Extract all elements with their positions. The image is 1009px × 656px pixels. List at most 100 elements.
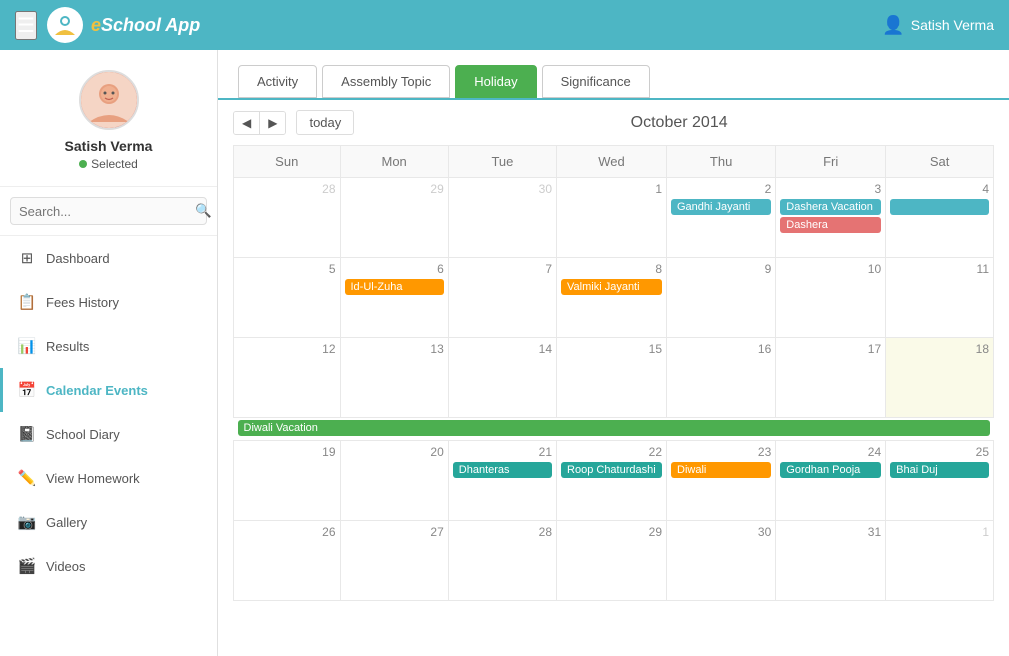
diary-icon: 📓 — [18, 425, 36, 443]
event-dhanteras[interactable]: Dhanteras — [453, 462, 552, 478]
day-cell: 15 — [557, 338, 667, 418]
day-number: 4 — [890, 182, 989, 196]
calendar-icon: 📅 — [18, 381, 36, 399]
nav-label-dashboard: Dashboard — [46, 251, 110, 266]
event-dashera[interactable]: Dashera — [780, 217, 881, 233]
day-cell: 30 — [448, 178, 556, 258]
table-row: 5 6 Id-Ul-Zuha 7 8 Valmiki Jayanti — [234, 258, 994, 338]
status-dot — [79, 160, 87, 168]
day-cell: 1 — [886, 521, 994, 601]
day-cell: 9 — [667, 258, 776, 338]
day-number: 6 — [345, 262, 444, 276]
nav-label-homework: View Homework — [46, 471, 140, 486]
day-cell: 24 Gordhan Pooja — [776, 441, 886, 521]
avatar — [79, 70, 139, 130]
day-cell: 26 — [234, 521, 341, 601]
col-thu: Thu — [667, 146, 776, 178]
day-number: 29 — [345, 182, 444, 196]
event-bhai-duj[interactable]: Bhai Duj — [890, 462, 989, 478]
day-number: 30 — [453, 182, 552, 196]
videos-icon: 🎬 — [18, 557, 36, 575]
tab-assembly-topic[interactable]: Assembly Topic — [322, 65, 450, 98]
day-number: 21 — [453, 445, 552, 459]
day-cell: 11 — [886, 258, 994, 338]
day-number: 25 — [890, 445, 989, 459]
day-cell: 13 — [340, 338, 448, 418]
event-diwali-vacation-banner[interactable]: Diwali Vacation — [238, 420, 990, 436]
search-box: 🔍 — [10, 197, 207, 225]
homework-icon: ✏️ — [18, 469, 36, 487]
event-roop-chaturdashi[interactable]: Roop Chaturdashi — [561, 462, 662, 478]
tab-significance[interactable]: Significance — [542, 65, 650, 98]
event-gandhi-jayanti[interactable]: Gandhi Jayanti — [671, 199, 771, 215]
nav-label-fees: Fees History — [46, 295, 119, 310]
sidebar-item-dashboard[interactable]: ⊞ Dashboard — [0, 236, 217, 280]
nav-label-diary: School Diary — [46, 427, 120, 442]
day-cell: 8 Valmiki Jayanti — [557, 258, 667, 338]
selected-badge: Selected — [79, 157, 138, 171]
day-cell: 28 — [448, 521, 556, 601]
calendar-nav: ◀ ▶ — [233, 111, 286, 135]
table-row: 12 13 14 15 16 — [234, 338, 994, 418]
top-header: ☰ eSchool App 👤 Satish Verma — [0, 0, 1009, 50]
today-button[interactable]: today — [296, 110, 354, 135]
diwali-vacation-banner-row: Diwali Vacation — [234, 418, 994, 441]
day-number: 2 — [671, 182, 771, 196]
day-cell: 31 — [776, 521, 886, 601]
table-row: 19 20 21 Dhanteras 22 — [234, 441, 994, 521]
day-cell: 23 Diwali — [667, 441, 776, 521]
col-mon: Mon — [340, 146, 448, 178]
sidebar-item-fees-history[interactable]: 📋 Fees History — [0, 280, 217, 324]
day-cell: 6 Id-Ul-Zuha — [340, 258, 448, 338]
day-number: 17 — [780, 342, 881, 356]
day-cell: 16 — [667, 338, 776, 418]
sidebar-item-videos[interactable]: 🎬 Videos — [0, 544, 217, 588]
logo-icon — [47, 7, 83, 43]
day-cell-highlighted: 18 — [886, 338, 994, 418]
day-number: 23 — [671, 445, 771, 459]
table-row: 28 29 30 1 2 Gandhi Jayant — [234, 178, 994, 258]
search-input[interactable] — [19, 204, 195, 219]
day-cell: 20 — [340, 441, 448, 521]
tab-activity[interactable]: Activity — [238, 65, 317, 98]
event-dashera-vacation-cont[interactable] — [890, 199, 989, 215]
logo-area: eSchool App — [47, 7, 200, 43]
day-cell: 27 — [340, 521, 448, 601]
sidebar-item-view-homework[interactable]: ✏️ View Homework — [0, 456, 217, 500]
day-cell: 10 — [776, 258, 886, 338]
day-cell: 14 — [448, 338, 556, 418]
user-info: 👤 Satish Verma — [882, 15, 994, 36]
prev-month-button[interactable]: ◀ — [234, 112, 260, 134]
event-id-ul-zuha[interactable]: Id-Ul-Zuha — [345, 279, 444, 295]
day-number: 9 — [671, 262, 771, 276]
search-button[interactable]: 🔍 — [195, 203, 212, 219]
sidebar-nav: ⊞ Dashboard 📋 Fees History 📊 Results 📅 C… — [0, 236, 217, 588]
day-cell: 5 — [234, 258, 341, 338]
day-cell: 25 Bhai Duj — [886, 441, 994, 521]
col-sun: Sun — [234, 146, 341, 178]
sidebar-item-calendar-events[interactable]: 📅 Calendar Events — [0, 368, 217, 412]
gallery-icon: 📷 — [18, 513, 36, 531]
sidebar-item-results[interactable]: 📊 Results — [0, 324, 217, 368]
day-number: 11 — [890, 262, 989, 276]
day-number: 24 — [780, 445, 881, 459]
tab-holiday[interactable]: Holiday — [455, 65, 536, 98]
content-area: Activity Assembly Topic Holiday Signific… — [218, 50, 1009, 656]
next-month-button[interactable]: ▶ — [260, 112, 285, 134]
sidebar-item-school-diary[interactable]: 📓 School Diary — [0, 412, 217, 456]
event-diwali[interactable]: Diwali — [671, 462, 771, 478]
day-cell: 3 Dashera Vacation Dashera — [776, 178, 886, 258]
day-number: 12 — [238, 342, 336, 356]
event-valmiki-jayanti[interactable]: Valmiki Jayanti — [561, 279, 662, 295]
event-dashera-vacation[interactable]: Dashera Vacation — [780, 199, 881, 215]
day-number: 29 — [561, 525, 662, 539]
fees-icon: 📋 — [18, 293, 36, 311]
day-cell: 7 — [448, 258, 556, 338]
day-cell: 19 — [234, 441, 341, 521]
calendar-container: ◀ ▶ today October 2014 Sun Mon Tue Wed T… — [218, 100, 1009, 656]
header-username: Satish Verma — [911, 17, 994, 33]
hamburger-button[interactable]: ☰ — [15, 11, 37, 40]
day-number: 30 — [671, 525, 771, 539]
event-gordhan-pooja[interactable]: Gordhan Pooja — [780, 462, 881, 478]
sidebar-item-gallery[interactable]: 📷 Gallery — [0, 500, 217, 544]
